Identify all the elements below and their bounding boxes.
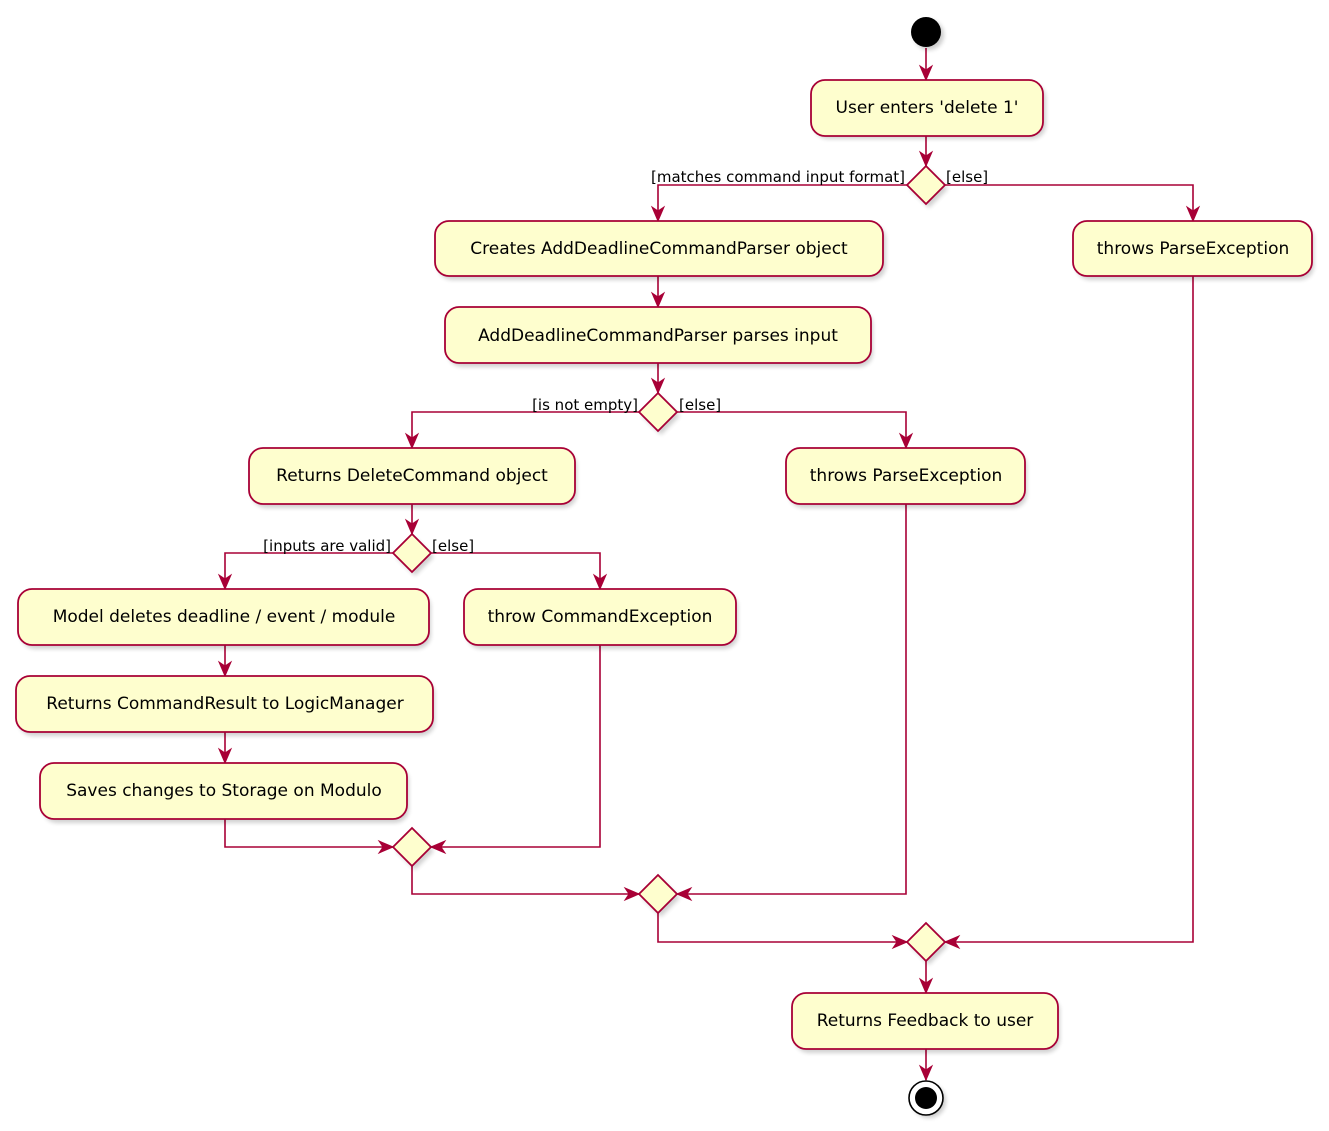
edge-saves-to-merge-3 — [224, 819, 393, 848]
merge-validity — [391, 826, 434, 870]
activity-label: throw CommandException — [488, 607, 713, 627]
activity-returns-delete-command: Returns DeleteCommand object — [248, 447, 577, 508]
guard-else-format: [else] — [946, 168, 988, 186]
edge-merge-2-to-merge-1 — [657, 913, 907, 943]
edge-throw-command-to-merge-3 — [431, 645, 601, 848]
guard-inputs-valid: [inputs are valid] — [263, 537, 391, 555]
merge-format — [905, 921, 948, 965]
activity-label: Creates AddDeadlineCommandParser object — [470, 239, 848, 259]
end-node — [908, 1080, 946, 1118]
activity-creates-parser: Creates AddDeadlineCommandParser object — [434, 220, 886, 280]
decision-validity-check — [391, 532, 434, 576]
edges — [224, 48, 1194, 1080]
activity-throws-parse-exception-outer: throws ParseException — [1072, 220, 1314, 280]
arrowheads — [217, 64, 1201, 1082]
edge-throws-outer-to-merge-1 — [945, 276, 1194, 943]
activity-returns-feedback: Returns Feedback to user — [791, 992, 1060, 1053]
activity-label: Returns DeleteCommand object — [276, 466, 548, 486]
activity-throw-command-exception: throw CommandException — [463, 588, 738, 649]
activity-label: Saves changes to Storage on Modulo — [66, 781, 382, 801]
edge-decision-2-to-returns-delete — [411, 411, 639, 448]
edge-merge-3-to-merge-2 — [411, 866, 639, 895]
guard-else-valid: [else] — [432, 537, 474, 555]
guard-is-not-empty: [is not empty] — [532, 396, 638, 414]
activity-user-enters: User enters 'delete 1' — [810, 79, 1046, 139]
activity-saves-changes: Saves changes to Storage on Modulo — [39, 762, 409, 823]
edge-throws-inner-to-merge-2 — [677, 504, 907, 895]
edge-decision-3-to-throw-command — [431, 552, 601, 589]
edge-decision-2-to-throws-inner — [677, 411, 907, 448]
start-node — [911, 17, 944, 50]
decision-empty-check — [637, 391, 680, 435]
edge-decision-1-to-throws-outer — [945, 184, 1194, 221]
activity-label: throws ParseException — [1097, 239, 1290, 259]
decision-format-check — [905, 164, 948, 208]
activity-returns-command-result: Returns CommandResult to LogicManager — [15, 675, 435, 736]
guard-matches-format: [matches command input format] — [651, 168, 905, 186]
activity-parser-parses: AddDeadlineCommandParser parses input — [444, 306, 873, 367]
activity-label: Returns Feedback to user — [817, 1011, 1034, 1031]
activity-diagram: User enters 'delete 1' Creates AddDeadli… — [15, 17, 1314, 1118]
merge-empty — [637, 873, 680, 917]
activity-model-deletes: Model deletes deadline / event / module — [17, 588, 431, 649]
activity-throws-parse-exception-inner: throws ParseException — [785, 447, 1027, 508]
edge-decision-1-to-creates-parser — [657, 184, 907, 221]
guard-else-empty: [else] — [679, 396, 721, 414]
activity-label: throws ParseException — [810, 466, 1003, 486]
activity-label: Returns CommandResult to LogicManager — [46, 694, 403, 714]
activity-label: AddDeadlineCommandParser parses input — [478, 326, 838, 346]
activity-label: Model deletes deadline / event / module — [53, 607, 396, 627]
activity-label: User enters 'delete 1' — [836, 98, 1019, 118]
edge-decision-3-to-model-deletes — [224, 552, 393, 589]
